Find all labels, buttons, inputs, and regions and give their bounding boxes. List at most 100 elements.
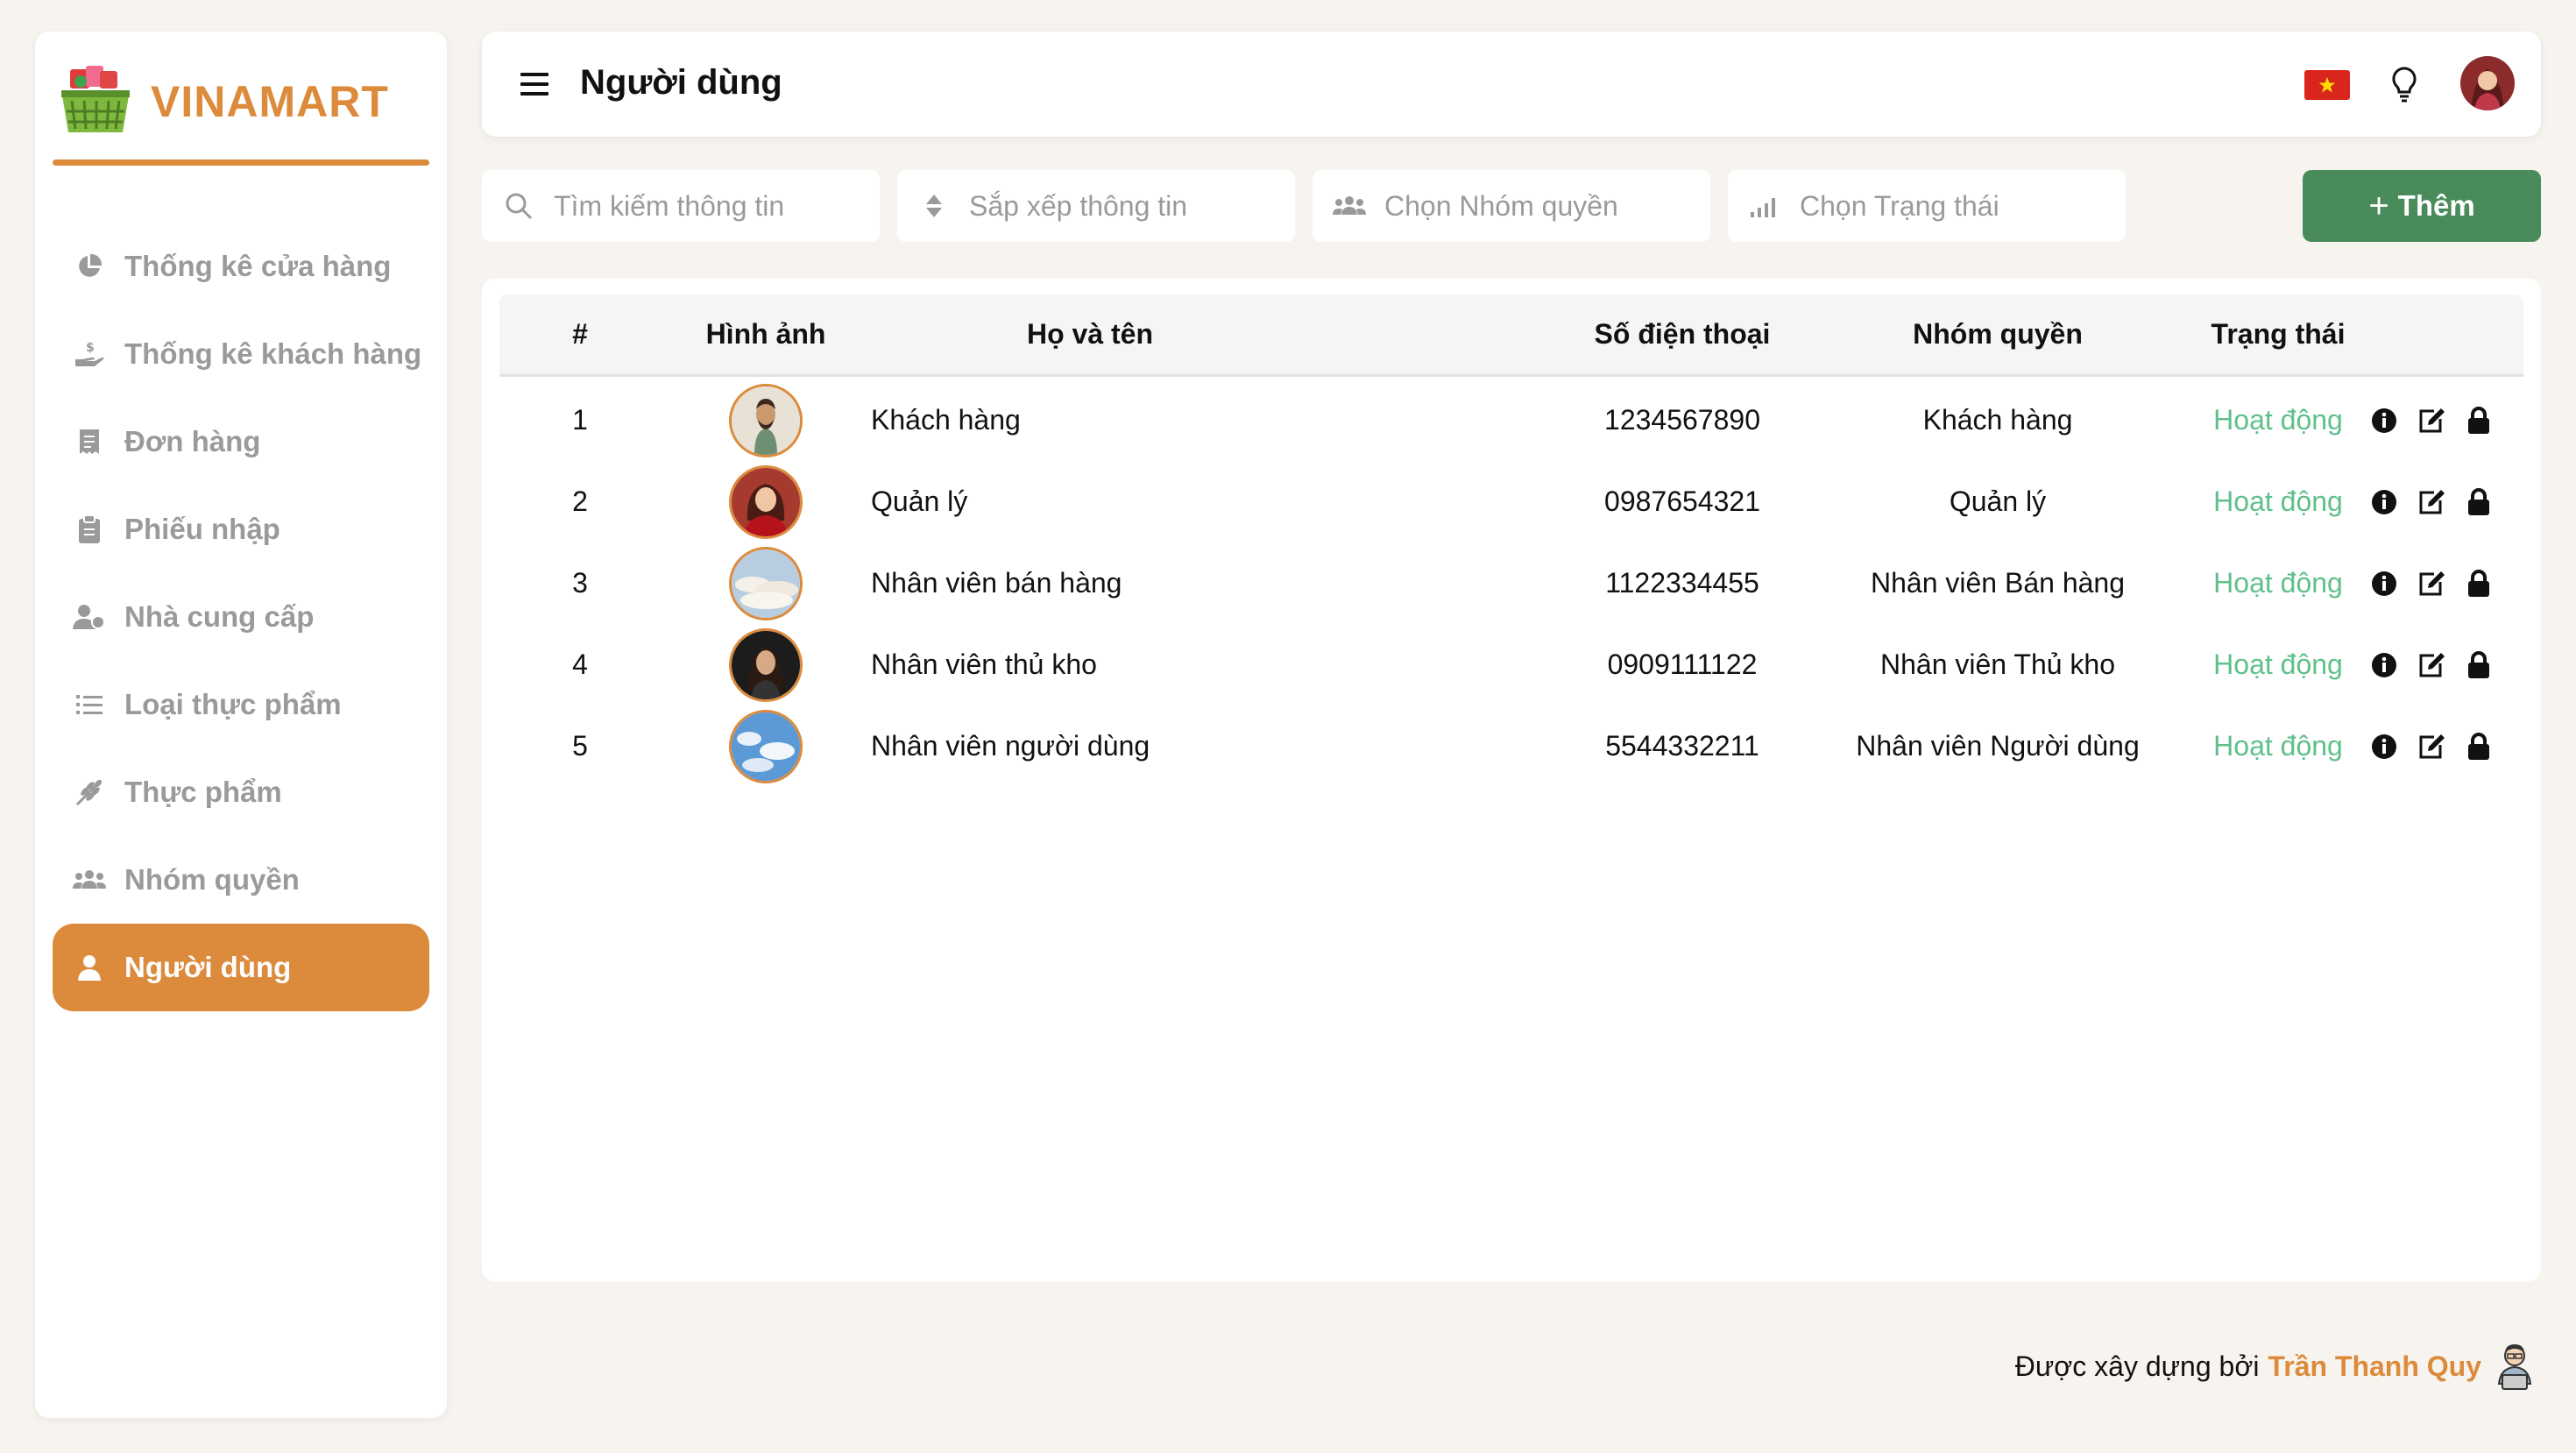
row-phone: 5544332211 (1605, 730, 1759, 762)
info-icon[interactable] (2367, 403, 2402, 438)
lock-icon[interactable] (2461, 648, 2496, 683)
user-photo (729, 627, 803, 702)
footer-text: Được xây dựng bởi (2014, 1350, 2260, 1382)
top-header: Người dùng (482, 32, 2541, 137)
row-group: Nhân viên Thủ kho (1879, 649, 2116, 680)
users-icon (72, 862, 107, 897)
row-phone: 0987654321 (1604, 486, 1760, 517)
sidebar-item-label: Thống kê cửa hàng (124, 250, 392, 282)
sidebar-item-store-stats[interactable]: Thống kê cửa hàng (53, 223, 429, 310)
hamburger-menu-icon[interactable] (517, 67, 552, 102)
user-avatar[interactable] (2460, 56, 2515, 110)
user-icon (72, 950, 107, 985)
brand-name: VINAMART (151, 77, 389, 126)
sort-placeholder: Sắp xếp thông tin (969, 189, 1188, 222)
info-icon[interactable] (2367, 566, 2402, 601)
info-icon[interactable] (2367, 648, 2402, 683)
sidebar-nav: Thống kê cửa hàng $ Thống kê khách hàng … (53, 223, 429, 1011)
col-header-status[interactable]: Trạng thái (2147, 294, 2410, 374)
edit-icon[interactable] (2414, 648, 2449, 683)
add-button-label: Thêm (2397, 189, 2475, 222)
row-num: 3 (572, 567, 588, 599)
info-icon[interactable] (2367, 485, 2402, 520)
pie-chart-icon (72, 249, 107, 284)
info-icon[interactable] (2367, 729, 2402, 764)
user-photo (729, 383, 803, 457)
user-group-icon (72, 599, 107, 634)
sidebar-item-orders[interactable]: Đơn hàng (53, 398, 429, 486)
clipboard-icon (72, 512, 107, 547)
user-photo (729, 546, 803, 620)
search-input[interactable]: Tìm kiếm thông tin (482, 170, 880, 242)
row-group: Nhân viên Người dùng (1856, 730, 2140, 762)
users-table: # Hình ảnh Họ và tên Số điện thoại Nhóm … (482, 279, 2541, 1281)
sidebar-item-label: Người dùng (124, 951, 292, 983)
sidebar-item-suppliers[interactable]: Nhà cung cấp (53, 573, 429, 661)
col-header-num[interactable]: # (499, 294, 661, 374)
row-name: Nhân viên bán hàng (871, 567, 1122, 599)
signal-bars-icon (1747, 188, 1782, 223)
edit-icon[interactable] (2414, 729, 2449, 764)
col-header-image[interactable]: Hình ảnh (661, 294, 871, 374)
col-header-name[interactable]: Họ và tên (871, 294, 1309, 374)
logo[interactable]: VINAMART (53, 49, 429, 154)
role-group-select[interactable]: Chọn Nhóm quyền (1313, 170, 1710, 242)
table-row[interactable]: 4 Nhân viên thủ kho 0909111122 Nhân viên… (499, 624, 2523, 705)
footer: Được xây dựng bởi Trần Thanh Quy (2015, 1337, 2541, 1395)
row-actions (2339, 705, 2523, 787)
role-group-placeholder: Chọn Nhóm quyền (1384, 189, 1618, 222)
table-header: # Hình ảnh Họ và tên Số điện thoại Nhóm … (499, 294, 2523, 377)
sidebar-item-label: Phiếu nhập (124, 513, 280, 545)
sidebar-item-users[interactable]: Người dùng (53, 924, 429, 1011)
row-num: 1 (572, 404, 588, 436)
sidebar-item-label: Nhà cung cấp (124, 600, 315, 633)
basket-logo-icon (61, 66, 130, 132)
developer-icon (2497, 1344, 2532, 1390)
row-phone: 0909111122 (1607, 649, 1758, 680)
add-button[interactable]: + Thêm (2303, 170, 2541, 242)
row-group: Nhân viên Bán hàng (1871, 567, 2125, 599)
sidebar: VINAMART Thống kê cửa hàng $ Thống kê kh… (35, 32, 447, 1418)
table-row[interactable]: 2 Quản lý 0987654321 Quản lý Hoạt động (499, 461, 2523, 542)
vietnam-flag-icon[interactable] (2304, 70, 2350, 100)
row-actions (2339, 542, 2523, 624)
sidebar-item-imports[interactable]: Phiếu nhập (53, 486, 429, 573)
row-name: Quản lý (871, 486, 968, 517)
row-actions (2339, 379, 2523, 461)
row-group: Khách hàng (1922, 404, 2073, 436)
row-phone: 1234567890 (1604, 404, 1760, 436)
row-actions (2339, 461, 2523, 542)
sort-select[interactable]: Sắp xếp thông tin (897, 170, 1295, 242)
lock-icon[interactable] (2461, 403, 2496, 438)
svg-text:$: $ (86, 341, 95, 355)
status-select[interactable]: Chọn Trạng thái (1728, 170, 2126, 242)
edit-icon[interactable] (2414, 485, 2449, 520)
lightbulb-icon[interactable] (2383, 63, 2425, 105)
lock-icon[interactable] (2461, 729, 2496, 764)
sidebar-item-foods[interactable]: Thực phẩm (53, 748, 429, 836)
table-row[interactable]: 3 Nhân viên bán hàng 1122334455 Nhân viê… (499, 542, 2523, 624)
user-photo (729, 709, 803, 783)
lock-icon[interactable] (2461, 566, 2496, 601)
edit-icon[interactable] (2414, 566, 2449, 601)
author-link[interactable]: Trần Thanh Quy (2268, 1350, 2481, 1383)
lock-icon[interactable] (2461, 485, 2496, 520)
search-icon (501, 188, 536, 223)
sidebar-item-food-types[interactable]: Loại thực phẩm (53, 661, 429, 748)
table-row[interactable]: 1 Khách hàng 1234567890 Khách hàng Hoạt … (499, 379, 2523, 461)
sidebar-item-customer-stats[interactable]: $ Thống kê khách hàng (53, 310, 429, 398)
row-group: Quản lý (1949, 486, 2047, 517)
table-row[interactable]: 5 Nhân viên người dùng 5544332211 Nhân v… (499, 705, 2523, 787)
sidebar-item-label: Thực phẩm (124, 776, 282, 808)
search-placeholder: Tìm kiếm thông tin (554, 189, 785, 222)
wheat-icon (72, 775, 107, 810)
status-placeholder: Chọn Trạng thái (1800, 189, 1999, 222)
col-header-group[interactable]: Nhóm quyền (1814, 294, 2182, 374)
plus-icon: + (2368, 186, 2389, 225)
edit-icon[interactable] (2414, 403, 2449, 438)
row-num: 4 (572, 649, 588, 680)
row-actions (2339, 624, 2523, 705)
sidebar-item-roles[interactable]: Nhóm quyền (53, 836, 429, 924)
col-header-phone[interactable]: Số điện thoại (1498, 294, 1866, 374)
receipt-icon (72, 424, 107, 459)
